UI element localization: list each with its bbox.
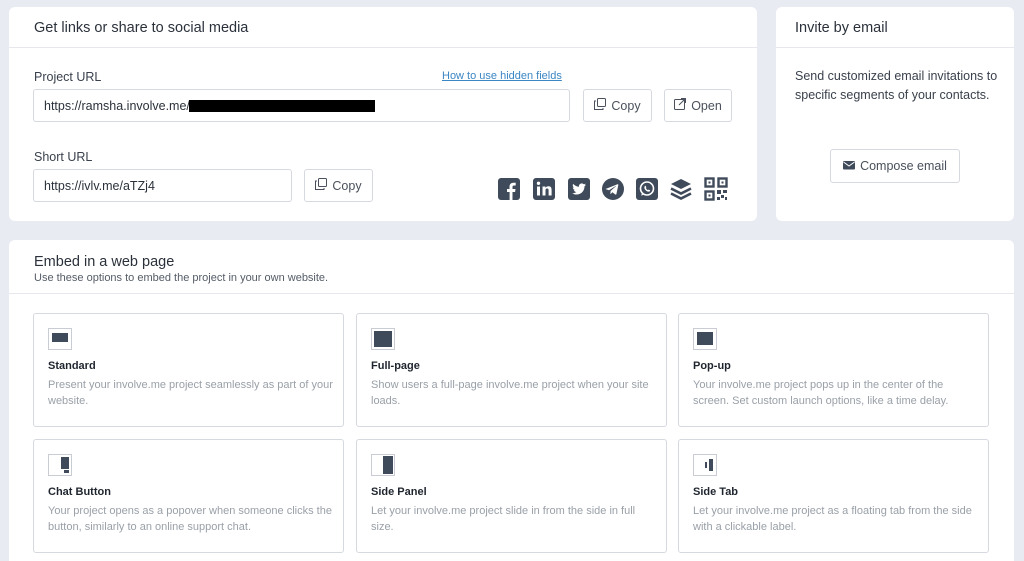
embed-option-full-page[interactable]: Full-page Show users a full-page involve…: [356, 313, 667, 427]
standard-embed-icon: [48, 328, 72, 350]
option-description: Let your involve.me project as a floatin…: [693, 505, 972, 533]
option-title: Side Panel: [371, 486, 427, 498]
project-url-value: https://ramsha.involve.me/: [44, 99, 190, 113]
option-title: Chat Button: [48, 486, 111, 498]
open-label: Open: [691, 98, 722, 113]
copy-short-url-button[interactable]: Copy: [304, 169, 373, 202]
embed-option-pop-up[interactable]: Pop-up Your involve.me project pops up i…: [678, 313, 989, 427]
option-description: Let your involve.me project slide in fro…: [371, 505, 636, 533]
option-description: Your involve.me project pops up in the c…: [693, 379, 949, 407]
project-url-label: Project URL: [34, 70, 102, 84]
invite-card: Invite by email Send customized email in…: [776, 7, 1014, 221]
embed-subtitle: Use these options to embed the project i…: [34, 272, 329, 284]
chat-button-embed-icon: [48, 454, 72, 476]
option-description: Present your involve.me project seamless…: [48, 379, 333, 407]
invite-card-title: Invite by email: [776, 7, 1014, 48]
short-url-input[interactable]: https://ivlv.me/aTZj4: [33, 169, 292, 202]
option-description: Your project opens as a popover when som…: [48, 505, 332, 533]
embed-option-chat-button[interactable]: Chat Button Your project opens as a popo…: [33, 439, 344, 553]
copy-icon: [315, 178, 328, 193]
layers-icon[interactable]: [669, 177, 693, 201]
compose-email-label: Compose email: [860, 159, 947, 173]
side-panel-embed-icon: [371, 454, 395, 476]
embed-title: Embed in a web page: [34, 254, 175, 270]
copy-label: Copy: [611, 98, 641, 113]
share-card-title: Get links or share to social media: [9, 7, 757, 48]
option-description: Show users a full-page involve.me projec…: [371, 379, 649, 407]
redacted-block: [188, 100, 375, 112]
option-title: Pop-up: [693, 360, 731, 372]
whatsapp-icon[interactable]: [635, 177, 659, 201]
option-title: Standard: [48, 360, 96, 372]
pop-up-embed-icon: [693, 328, 717, 350]
compose-email-button[interactable]: Compose email: [830, 149, 960, 183]
share-card: Get links or share to social media Proje…: [9, 7, 757, 221]
side-tab-embed-icon: [693, 454, 717, 476]
project-url-input[interactable]: https://ramsha.involve.me/: [33, 89, 570, 122]
invite-description: Send customized email invitations to spe…: [795, 69, 998, 102]
hidden-fields-link[interactable]: How to use hidden fields: [442, 70, 562, 82]
short-url-label: Short URL: [34, 150, 93, 164]
copy-project-url-button[interactable]: Copy: [583, 89, 652, 122]
linkedin-icon[interactable]: [532, 177, 556, 201]
facebook-icon[interactable]: [497, 177, 521, 201]
embed-card: Embed in a web page Use these options to…: [9, 240, 1014, 561]
twitter-icon[interactable]: [567, 177, 591, 201]
telegram-icon[interactable]: [601, 177, 625, 201]
embed-divider: [9, 293, 1014, 294]
external-link-icon: [674, 98, 687, 113]
qr-code-icon[interactable]: [704, 177, 728, 201]
embed-option-side-tab[interactable]: Side Tab Let your involve.me project as …: [678, 439, 989, 553]
option-title: Side Tab: [693, 486, 739, 498]
copy-label: Copy: [332, 178, 362, 193]
copy-icon: [594, 98, 607, 113]
option-title: Full-page: [371, 360, 420, 372]
open-project-url-button[interactable]: Open: [664, 89, 732, 122]
full-page-embed-icon: [371, 328, 395, 350]
envelope-icon: [843, 159, 856, 174]
embed-option-side-panel[interactable]: Side Panel Let your involve.me project s…: [356, 439, 667, 553]
embed-option-standard[interactable]: Standard Present your involve.me project…: [33, 313, 344, 427]
